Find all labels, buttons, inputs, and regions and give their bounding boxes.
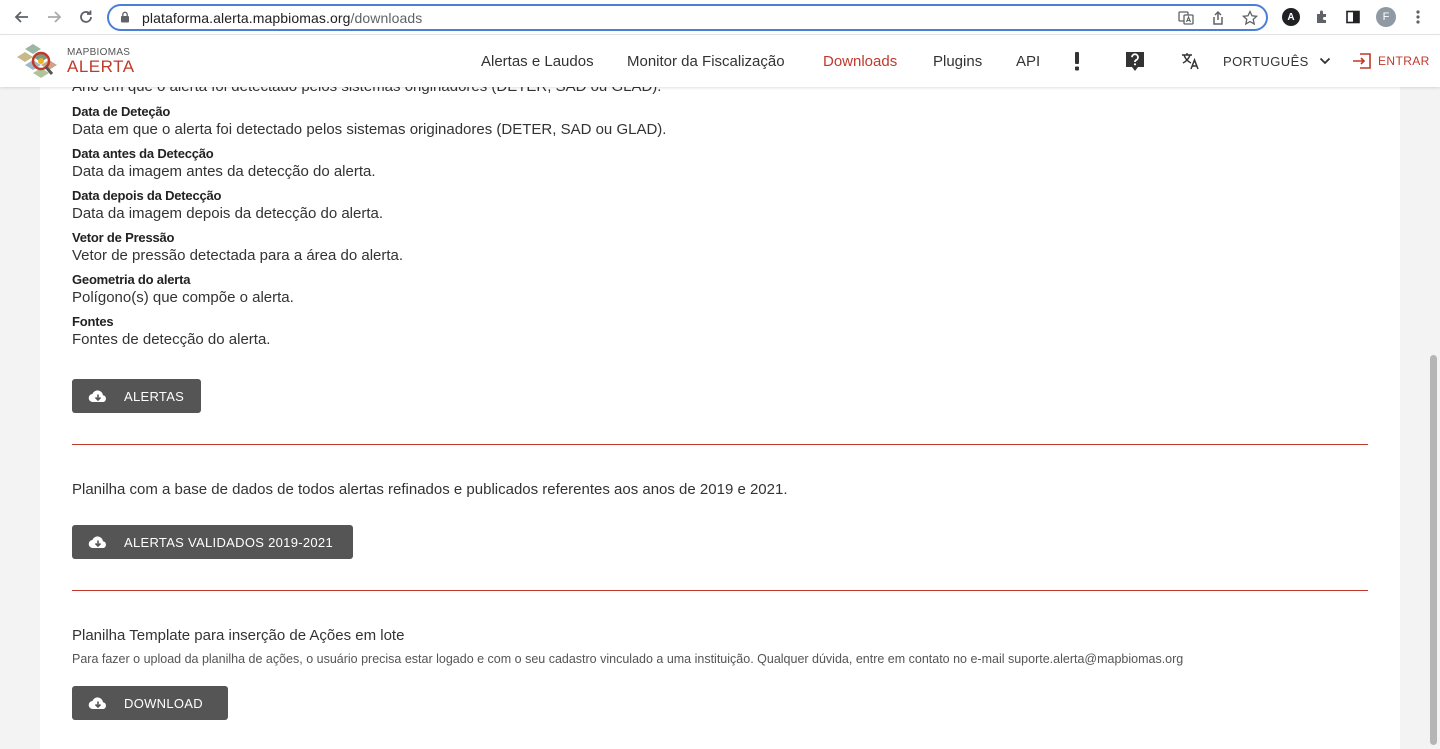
field-description: Polígono(s) que compõe o alerta.	[72, 289, 294, 306]
field-description: Data da imagem antes da detecção do aler…	[72, 163, 376, 180]
nav-downloads[interactable]: Downloads	[823, 35, 897, 87]
side-panel-icon[interactable]	[1343, 7, 1363, 27]
site-header: MAPBIOMAS ALERTA Alertas e Laudos Monito…	[0, 35, 1440, 87]
login-icon	[1353, 53, 1371, 69]
url-text: plataforma.alerta.mapbiomas.org/download…	[142, 10, 423, 26]
profile-avatar[interactable]: F	[1376, 7, 1396, 27]
template-note: Para fazer o upload da planilha de ações…	[72, 652, 1184, 666]
clipped-field-description: Ano em que o alerta foi detectado pelos …	[72, 87, 661, 95]
address-bar[interactable]: plataforma.alerta.mapbiomas.org/download…	[107, 4, 1268, 31]
alertas-validados-button[interactable]: ALERTAS VALIDADOS 2019-2021	[72, 525, 353, 559]
extension-a-icon[interactable]: A	[1282, 8, 1300, 26]
help-icon[interactable]	[1124, 49, 1146, 73]
downloads-card: Ano em que o alerta foi detectado pelos …	[40, 87, 1400, 749]
field-item: Data de Deteção Data em que o alerta foi…	[72, 104, 666, 139]
button-label: ALERTAS VALIDADOS 2019-2021	[124, 534, 333, 550]
field-name: Geometria do alerta	[72, 272, 191, 287]
translate-page-icon[interactable]	[1176, 9, 1196, 27]
browser-menu-icon[interactable]	[1408, 7, 1428, 27]
cloud-download-icon	[88, 536, 106, 549]
translate-icon[interactable]	[1180, 49, 1202, 73]
nav-plugins[interactable]: Plugins	[933, 35, 982, 87]
alertas-download-button[interactable]: ALERTAS	[72, 379, 201, 413]
template-title: Planilha Template para inserção de Ações…	[72, 627, 405, 644]
chevron-down-icon	[1319, 57, 1330, 65]
logo-big-text: ALERTA	[67, 57, 135, 76]
field-name: Data de Deteção	[72, 104, 171, 119]
template-download-button[interactable]: DOWNLOAD	[72, 686, 228, 720]
field-item: Data antes da Detecção Data da imagem an…	[72, 146, 376, 181]
page-scrollbar[interactable]	[1428, 87, 1440, 749]
logo-mark-icon	[17, 44, 57, 78]
login-label: ENTRAR	[1378, 54, 1430, 68]
field-name: Data antes da Detecção	[72, 146, 214, 161]
button-label: DOWNLOAD	[124, 695, 203, 711]
field-item: Data depois da Detecção Data da imagem d…	[72, 188, 383, 223]
field-name: Vetor de Pressão	[72, 230, 175, 245]
back-icon[interactable]	[11, 6, 33, 28]
section-divider	[72, 444, 1368, 445]
language-label: PORTUGUÊS	[1223, 53, 1309, 69]
login-button[interactable]: ENTRAR	[1352, 35, 1430, 87]
field-item: Fontes Fontes de detecção do alerta.	[72, 314, 270, 349]
field-description: Fontes de detecção do alerta.	[72, 331, 271, 348]
cloud-download-icon	[88, 390, 106, 403]
extensions-puzzle-icon[interactable]	[1312, 7, 1332, 27]
button-label: ALERTAS	[124, 388, 185, 404]
language-select[interactable]: PORTUGUÊS	[1223, 35, 1331, 87]
reload-icon[interactable]	[75, 6, 97, 28]
section-divider	[72, 590, 1368, 591]
validated-description: Planilha com a base de dados de todos al…	[72, 481, 788, 498]
field-name: Fontes	[72, 314, 114, 329]
nav-alertas-e-laudos[interactable]: Alertas e Laudos	[481, 35, 594, 87]
field-description: Data em que o alerta foi detectado pelos…	[72, 121, 667, 138]
share-icon[interactable]	[1208, 9, 1228, 27]
field-name: Data depois da Detecção	[72, 188, 222, 203]
alert-exclamation-icon[interactable]	[1070, 49, 1084, 73]
bookmark-star-icon[interactable]	[1240, 9, 1260, 27]
field-item: Geometria do alerta Polígono(s) que comp…	[72, 272, 294, 307]
field-description: Vetor de pressão detectada para a área d…	[72, 247, 404, 264]
lock-icon[interactable]	[119, 11, 131, 23]
scrollbar-thumb[interactable]	[1430, 355, 1437, 745]
field-description: Data da imagem depois da detecção do ale…	[72, 205, 384, 222]
nav-monitor-fiscalizacao[interactable]: Monitor da Fiscalização	[627, 35, 785, 87]
cloud-download-icon	[88, 697, 106, 710]
field-item: Vetor de Pressão Vetor de pressão detect…	[72, 230, 403, 265]
forward-icon[interactable]	[43, 6, 65, 28]
browser-toolbar: plataforma.alerta.mapbiomas.org/download…	[0, 0, 1440, 35]
mapbiomas-alerta-logo[interactable]: MAPBIOMAS ALERTA	[15, 43, 134, 79]
nav-api[interactable]: API	[1016, 35, 1040, 87]
